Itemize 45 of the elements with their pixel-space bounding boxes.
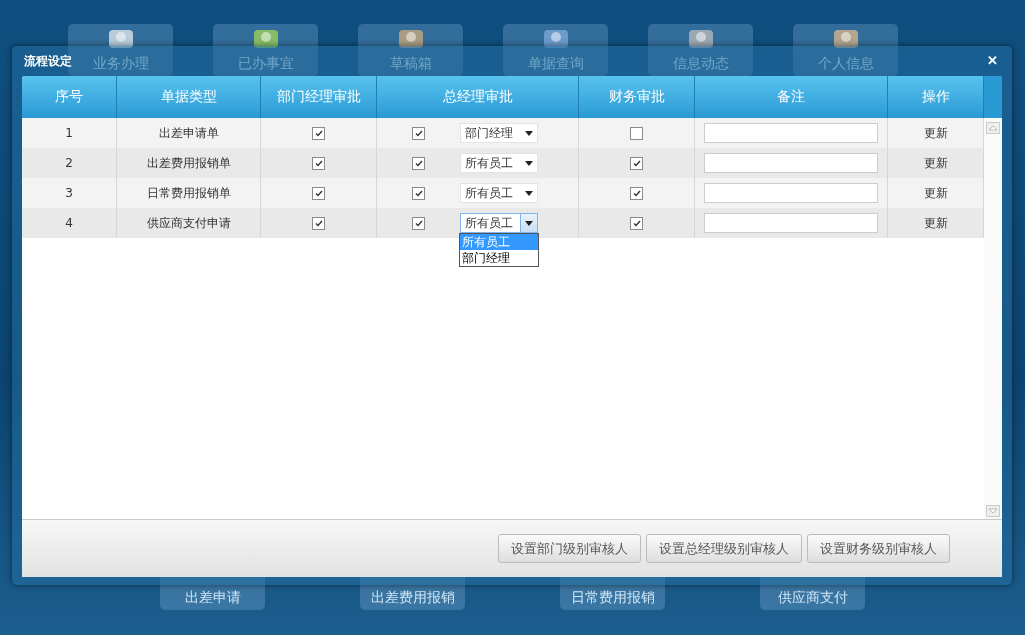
nav-label: 信息动态 — [672, 55, 729, 73]
note-field[interactable] — [704, 123, 878, 143]
dropdown[interactable]: 所有员工 — [460, 183, 538, 203]
nav-label: 个人信息 — [817, 55, 874, 73]
note-field[interactable] — [704, 213, 878, 233]
checkbox[interactable] — [312, 126, 325, 140]
shortcut-label: 出差申请 — [184, 589, 241, 607]
dropdown[interactable]: 部门经理 — [460, 123, 538, 143]
note-field[interactable] — [704, 183, 878, 203]
nav-label: 草稿箱 — [389, 55, 432, 73]
shortcut-label: 供应商支付 — [777, 589, 848, 607]
caret-icon — [525, 190, 533, 196]
note-field[interactable] — [704, 153, 878, 173]
caret-icon — [525, 160, 533, 166]
checkbox[interactable] — [630, 126, 643, 140]
header-corner — [984, 76, 1002, 118]
checkbox[interactable] — [412, 216, 425, 230]
checkbox[interactable] — [312, 156, 325, 170]
dropdown[interactable]: 所有员工 — [460, 153, 538, 173]
update-link[interactable]: 更新 — [923, 214, 948, 232]
table-cell: 供应商支付申请 — [117, 208, 261, 238]
shortcut-label: 日常费用报销 — [570, 589, 655, 607]
close-button[interactable]: ✕ — [984, 53, 1000, 69]
caret-icon — [525, 130, 533, 136]
checkbox[interactable] — [412, 186, 425, 200]
shortcut-label: 出差费用报销 — [370, 589, 455, 607]
nav-label: 已办事宜 — [237, 55, 294, 73]
nav-label: 单据查询 — [527, 55, 584, 73]
action-button[interactable]: 设置总经理级别审核人 — [646, 534, 802, 563]
checkbox[interactable] — [412, 156, 425, 170]
update-link[interactable]: 更新 — [923, 184, 948, 202]
dropdown[interactable]: 所有员工 — [460, 213, 538, 233]
update-link[interactable]: 更新 — [923, 154, 948, 172]
checkbox[interactable] — [312, 216, 325, 230]
table-cell: 4 — [22, 208, 117, 238]
checkbox[interactable] — [630, 156, 643, 170]
action-button[interactable]: 设置部门级别审核人 — [498, 534, 641, 563]
checkbox[interactable] — [312, 186, 325, 200]
action-button[interactable]: 设置财务级别审核人 — [807, 534, 950, 563]
checkbox[interactable] — [412, 126, 425, 140]
update-link[interactable]: 更新 — [923, 124, 948, 142]
caret-icon — [525, 220, 533, 226]
nav-label: 业务办理 — [92, 55, 149, 73]
checkbox[interactable] — [630, 186, 643, 200]
checkbox[interactable] — [630, 216, 643, 230]
